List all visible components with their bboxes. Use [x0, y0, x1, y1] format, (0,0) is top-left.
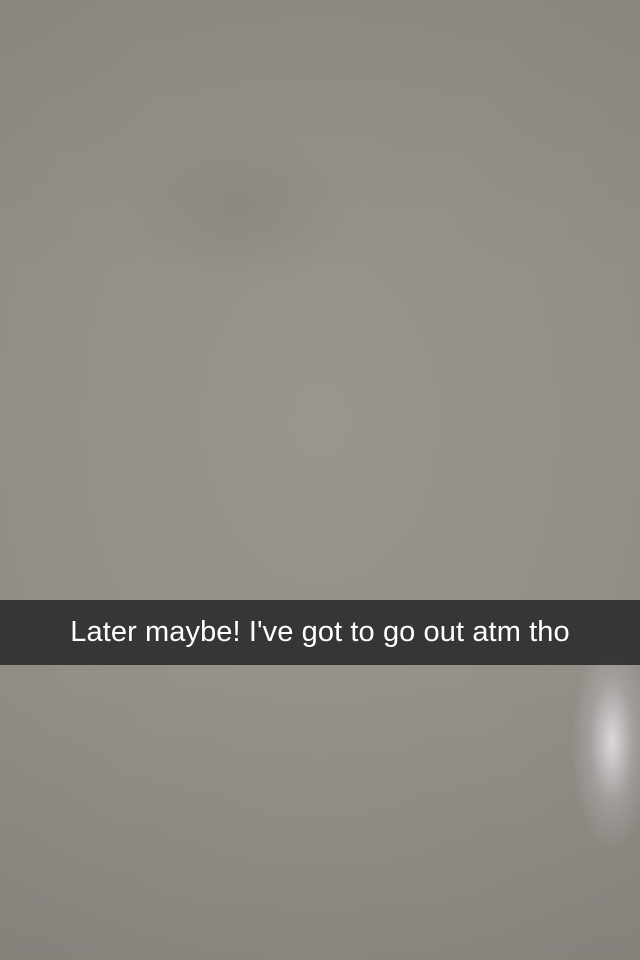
- snap-photo[interactable]: Later maybe! I've got to go out atm tho: [0, 0, 640, 960]
- caption-bar[interactable]: Later maybe! I've got to go out atm tho: [0, 600, 640, 665]
- caption-text: Later maybe! I've got to go out atm tho: [70, 616, 570, 648]
